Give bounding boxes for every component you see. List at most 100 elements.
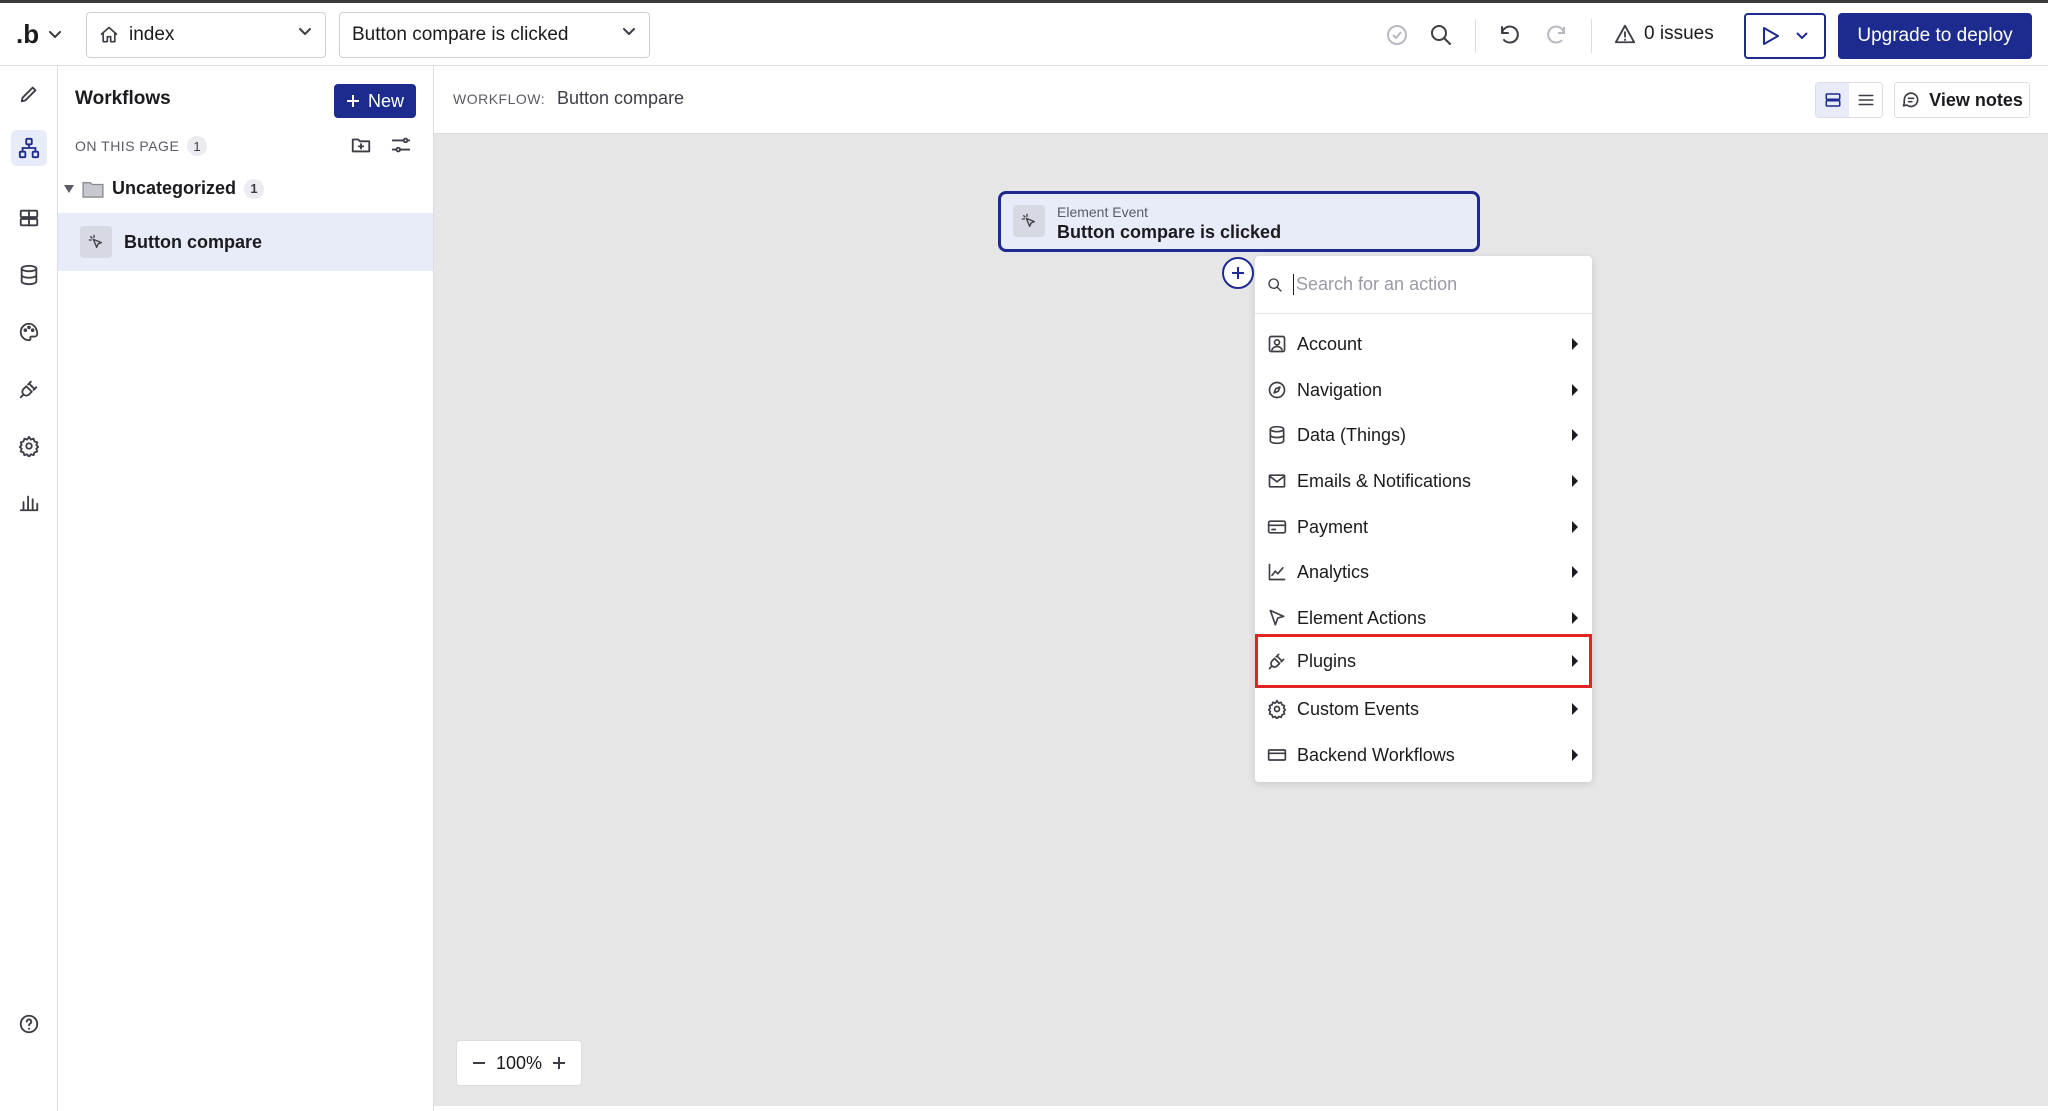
page-select[interactable]: index <box>86 12 326 58</box>
menu-item-data[interactable]: Data (Things) <box>1255 412 1592 458</box>
search-icon[interactable] <box>1429 23 1453 47</box>
caret-right-icon <box>1572 429 1578 441</box>
panel-title: Workflows <box>75 88 171 109</box>
workflow-name: Button compare <box>557 88 685 108</box>
play-icon <box>1763 27 1779 45</box>
gear-icon <box>18 435 40 457</box>
caret-right-icon <box>1572 703 1578 715</box>
menu-item-account[interactable]: Account <box>1255 321 1592 367</box>
card-view-button[interactable] <box>1816 83 1849 117</box>
sidebar-item-database[interactable] <box>11 257 47 293</box>
sidebar-item-data[interactable] <box>11 200 47 236</box>
issues-label: 0 issues <box>1644 23 1714 44</box>
workflow-icon <box>18 137 40 159</box>
view-notes-button[interactable]: View notes <box>1894 82 2030 118</box>
data-table-icon <box>19 209 39 227</box>
list-view-button[interactable] <box>1849 83 1882 117</box>
divider <box>1591 19 1592 53</box>
sidebar-item-design[interactable] <box>11 76 47 112</box>
comment-icon <box>1902 92 1919 108</box>
sidebar-item-logs[interactable] <box>11 484 47 520</box>
menu-item-analytics[interactable]: Analytics <box>1255 549 1592 595</box>
menu-item-label: Element Actions <box>1297 607 1427 628</box>
help-button[interactable] <box>11 1006 47 1042</box>
redo-icon[interactable] <box>1544 23 1568 47</box>
on-this-page-count: 1 <box>187 136 208 156</box>
filter-settings-icon[interactable] <box>390 134 412 156</box>
caret-right-icon <box>1572 521 1578 533</box>
event-name: Button compare is clicked <box>1057 222 1282 242</box>
mail-icon <box>1268 474 1286 488</box>
menu-item-label: Backend Workflows <box>1297 744 1455 765</box>
folder-count: 1 <box>244 178 265 199</box>
sidebar-item-workflow[interactable] <box>11 130 47 166</box>
add-action-button[interactable] <box>1222 257 1254 289</box>
undo-icon[interactable] <box>1498 23 1522 47</box>
cursor-icon <box>1269 609 1285 626</box>
logo-menu[interactable]: .b <box>16 19 62 50</box>
divider <box>1475 19 1476 53</box>
menu-item-label: Navigation <box>1297 379 1383 400</box>
trend-icon <box>1268 563 1286 581</box>
zoom-control: 100% <box>456 1040 582 1086</box>
folder-uncategorized[interactable]: Uncategorized 1 <box>64 178 265 199</box>
menu-item-payment[interactable]: Payment <box>1255 504 1592 550</box>
event-select-value: Button compare is clicked <box>352 24 569 45</box>
list-icon <box>1858 94 1873 106</box>
workflow-item[interactable]: Button compare <box>58 213 433 271</box>
chevron-down-icon <box>299 28 311 35</box>
folder-label: Uncategorized <box>112 178 237 198</box>
event-select[interactable]: Button compare is clicked <box>339 12 650 58</box>
account-icon <box>1268 335 1286 353</box>
menu-item-label: Payment <box>1297 516 1369 537</box>
sidebar-item-plugins[interactable] <box>11 371 47 407</box>
palette-icon <box>19 322 39 342</box>
menu-item-emails[interactable]: Emails & Notifications <box>1255 458 1592 504</box>
top-bar: .b index Button compare is clicked 0 iss… <box>0 0 2048 66</box>
event-card[interactable]: Element Event Button compare is clicked <box>998 191 1480 252</box>
sidebar-item-settings[interactable] <box>11 428 47 464</box>
caret-right-icon <box>1572 749 1578 761</box>
menu-item-plugins[interactable]: Plugins <box>1255 634 1592 688</box>
folder-icon <box>82 181 104 198</box>
event-type: Element Event <box>1057 204 1149 220</box>
preview-run-button[interactable] <box>1744 13 1826 59</box>
credit-card-icon <box>1267 520 1287 534</box>
menu-item-backend-workflows[interactable]: Backend Workflows <box>1255 732 1592 778</box>
warning-icon <box>1614 24 1636 44</box>
sidebar-rail: O <box>0 66 58 1111</box>
workflow-item-label: Button compare <box>124 231 263 252</box>
caret-right-icon <box>1572 612 1578 624</box>
menu-item-label: Custom Events <box>1297 698 1420 719</box>
menu-item-custom-events[interactable]: Custom Events <box>1255 686 1592 732</box>
database-icon <box>1269 425 1285 445</box>
cards-icon <box>1825 93 1840 107</box>
upgrade-to-deploy-button[interactable]: Upgrade to deploy <box>1838 13 2032 59</box>
zoom-in-icon[interactable] <box>551 1055 567 1071</box>
check-circle-icon[interactable] <box>1385 23 1409 47</box>
zoom-out-icon[interactable] <box>471 1055 487 1071</box>
workflow-label: WORKFLOW: <box>453 91 546 107</box>
help-icon <box>19 1014 39 1034</box>
chevron-down-icon <box>49 30 62 38</box>
on-this-page-header: ON THIS PAGE 1 <box>75 136 208 156</box>
search-icon <box>1268 277 1282 292</box>
sidebar-item-styles[interactable] <box>11 314 47 350</box>
plug-icon <box>1268 653 1285 670</box>
cursor-click-icon <box>80 226 112 258</box>
caret-right-icon <box>1572 475 1578 487</box>
new-workflow-button[interactable]: New <box>334 84 416 118</box>
logo: .b <box>16 19 40 49</box>
workflows-panel: Workflows New ON THIS PAGE 1 Uncategoriz… <box>58 66 434 1111</box>
menu-item-navigation[interactable]: Navigation <box>1255 367 1592 413</box>
action-search-input[interactable] <box>1293 274 1573 295</box>
caret-right-icon <box>1572 655 1578 667</box>
plus-icon <box>346 95 359 107</box>
action-search <box>1255 256 1592 314</box>
new-folder-icon[interactable] <box>350 134 372 156</box>
compass-icon <box>1268 381 1286 399</box>
issues-indicator[interactable]: 0 issues <box>1614 23 1714 45</box>
workflow-header: WORKFLOW: Button compare View notes <box>434 66 2048 134</box>
home-icon <box>100 26 118 43</box>
plug-icon <box>19 380 38 399</box>
